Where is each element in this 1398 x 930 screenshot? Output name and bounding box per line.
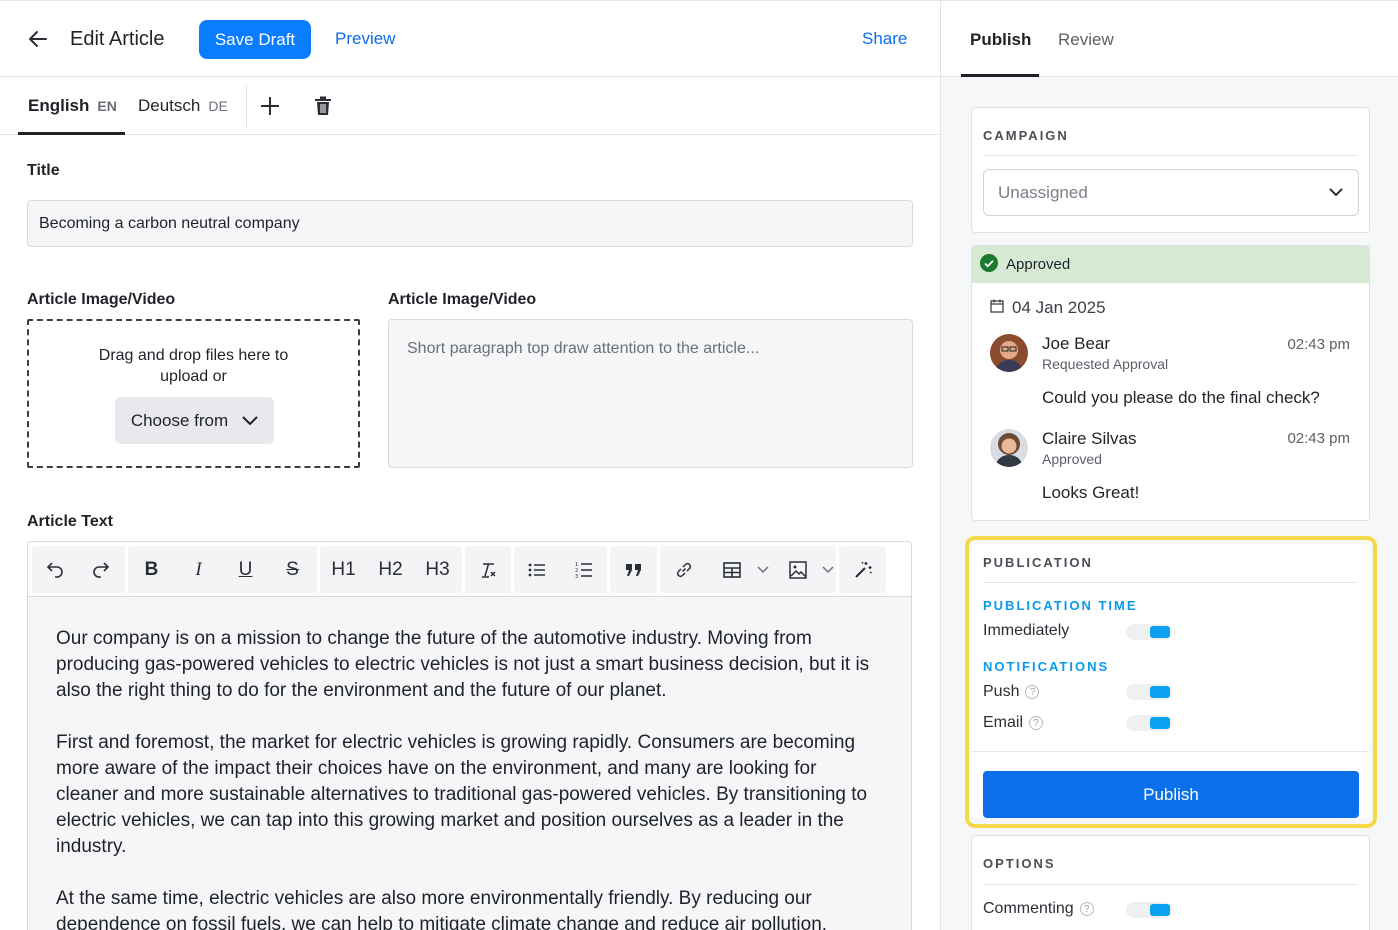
dropzone-text: Drag and drop files here to upload or <box>98 347 289 385</box>
approval-date-text: 04 Jan 2025 <box>1012 298 1106 317</box>
commenting-toggle[interactable] <box>1126 902 1172 918</box>
article-paragraph: First and foremost, the market for elect… <box>56 732 868 857</box>
choose-from-label: Choose from <box>130 410 229 430</box>
summary-textarea[interactable]: Short paragraph top draw attention to th… <box>388 319 913 468</box>
avatar <box>990 334 1028 372</box>
approved-status-text: Approved <box>1006 256 1071 273</box>
approved-status-bar: Approved <box>972 246 1369 283</box>
campaign-select[interactable]: Unassigned <box>983 169 1359 216</box>
tab-review[interactable]: Review <box>1058 30 1114 50</box>
table-chevron-down-icon[interactable] <box>754 546 772 593</box>
bullet-list-icon[interactable] <box>514 546 560 593</box>
options-card: OPTIONS Commenting ? <box>971 835 1370 930</box>
approval-date: 04 Jan 2025 <box>990 298 1106 318</box>
publication-highlight-frame <box>965 536 1377 828</box>
table-icon[interactable] <box>710 546 754 593</box>
title-label: Title <box>27 162 60 179</box>
approval-card: Approved 04 Jan 2025 Joe Bear Requested … <box>971 245 1370 521</box>
options-title: OPTIONS <box>983 856 1056 871</box>
svg-text:3: 3 <box>575 574 578 579</box>
article-paragraph: At the same time, electric vehicles are … <box>56 888 828 930</box>
tab-english-label: English <box>28 96 90 115</box>
image-label: Article Image/Video <box>27 291 176 308</box>
campaign-card: CAMPAIGN Unassigned <box>971 107 1370 233</box>
share-button[interactable]: Share <box>862 29 907 49</box>
comment-action: Requested Approval <box>1042 356 1169 372</box>
article-paragraph: Our company is on a mission to change th… <box>56 628 870 701</box>
divider <box>983 155 1358 156</box>
commenting-label: Commenting ? <box>983 900 1094 918</box>
trash-icon[interactable] <box>312 95 334 117</box>
comment-message: Could you please do the final check? <box>1042 388 1320 407</box>
underline-icon[interactable]: U <box>222 546 269 593</box>
redo-icon[interactable] <box>78 546 124 593</box>
undo-icon[interactable] <box>32 546 78 593</box>
comment-time: 02:43 pm <box>1287 430 1350 447</box>
comment-message: Looks Great! <box>1042 483 1140 502</box>
heading-1-button[interactable]: H1 <box>320 546 367 593</box>
save-draft-button[interactable]: Save Draft <box>199 20 311 59</box>
blockquote-icon[interactable] <box>610 546 657 593</box>
tab-english[interactable]: English EN <box>18 77 125 135</box>
divider <box>246 85 247 127</box>
image-icon[interactable] <box>776 546 820 593</box>
chevron-down-icon <box>242 411 258 431</box>
campaign-title: CAMPAIGN <box>983 128 1069 143</box>
tab-english-code: EN <box>97 98 117 114</box>
calendar-icon <box>990 298 1004 318</box>
link-icon[interactable] <box>660 546 707 593</box>
strikethrough-icon[interactable]: S <box>269 546 316 593</box>
italic-icon[interactable]: I <box>175 546 222 593</box>
clear-formatting-icon[interactable] <box>465 546 511 593</box>
summary-label: Article Image/Video <box>388 291 537 308</box>
back-arrow-icon[interactable] <box>26 27 50 51</box>
article-text-editor[interactable]: Our company is on a mission to change th… <box>27 596 912 930</box>
choose-from-dropdown[interactable]: Choose from <box>115 397 274 444</box>
heading-3-button[interactable]: H3 <box>414 546 461 593</box>
heading-2-button[interactable]: H2 <box>367 546 414 593</box>
page-title: Edit Article <box>70 28 165 50</box>
comment-action: Approved <box>1042 451 1102 467</box>
avatar <box>990 429 1028 467</box>
tab-deutsch[interactable]: Deutsch DE <box>138 77 228 135</box>
tab-publish[interactable]: Publish <box>970 30 1031 50</box>
sidebar-tabs: Publish Review <box>941 1 1398 77</box>
help-icon[interactable]: ? <box>1079 902 1094 916</box>
comment-author: Joe Bear <box>1042 334 1111 353</box>
add-language-plus-icon[interactable] <box>258 94 282 118</box>
publish-sidebar: Publish Review CAMPAIGN Unassigned Appro… <box>940 0 1398 930</box>
comment-time: 02:43 pm <box>1287 336 1350 353</box>
chevron-down-icon <box>1328 184 1344 205</box>
campaign-select-value: Unassigned <box>998 182 1088 202</box>
magic-wand-icon[interactable] <box>839 546 886 593</box>
divider <box>983 884 1358 885</box>
file-dropzone[interactable]: Drag and drop files here to upload or Ch… <box>27 319 360 468</box>
toggle-knob <box>1150 904 1170 916</box>
tab-deutsch-code: DE <box>208 98 228 114</box>
tab-deutsch-label: Deutsch <box>138 96 201 115</box>
numbered-list-icon[interactable]: 123 <box>560 546 607 593</box>
commenting-text: Commenting <box>983 900 1074 917</box>
preview-button[interactable]: Preview <box>335 29 395 49</box>
top-bar: Edit Article Save Draft Preview Share <box>0 1 940 77</box>
comment-author: Claire Silvas <box>1042 429 1137 448</box>
editor-toolbar: B I U S H1 H2 H3 123 <box>27 541 912 596</box>
check-circle-icon <box>980 253 998 276</box>
article-text-label: Article Text <box>27 513 113 530</box>
editor-pane: Edit Article Save Draft Preview Share En… <box>0 0 940 930</box>
active-tab-indicator <box>961 74 1039 77</box>
language-tabs: English EN Deutsch DE <box>0 77 940 135</box>
image-chevron-down-icon[interactable] <box>820 546 836 593</box>
bold-icon[interactable]: B <box>128 546 175 593</box>
title-input[interactable]: Becoming a carbon neutral company <box>27 200 913 247</box>
